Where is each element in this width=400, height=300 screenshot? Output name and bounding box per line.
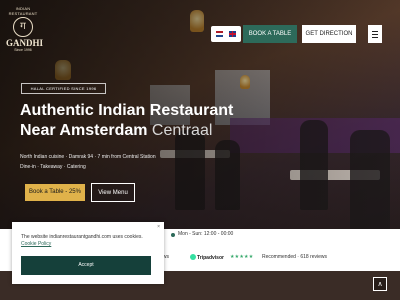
title-line-2: Near Amsterdam Centraal (20, 121, 233, 141)
title-line-2-light: Centraal (151, 122, 213, 139)
rating-stars: ★★★★★ (230, 254, 254, 260)
book-a-table-nav-button[interactable]: BOOK A TABLE (243, 25, 297, 43)
tripadvisor-label: Tripadvisor (197, 255, 224, 261)
cookie-banner: × The website indianrestaurantgandhi.com… (12, 222, 164, 284)
view-menu-button[interactable]: View Menu (91, 183, 135, 202)
scroll-to-top-icon[interactable]: ∧ (373, 277, 387, 291)
hamburger-icon[interactable] (368, 25, 382, 43)
info-line-services: Dine-in · Takeaway · Catering (20, 164, 86, 170)
opening-hours: Mon - Sun: 12:00 - 00:00 (178, 231, 234, 237)
cookie-policy-link[interactable]: Cookie Policy (21, 241, 51, 247)
halal-badge: HALAL CERTIFIED SINCE 1996 (21, 83, 106, 94)
clock-icon (171, 233, 175, 237)
dutch-flag-icon[interactable] (216, 31, 223, 37)
cookie-text: The website indianrestaurantgandhi.com u… (21, 234, 143, 240)
logo-arc-text: INDIAN RESTAURANT (8, 6, 38, 16)
get-direction-button[interactable]: GET DIRECTION (302, 25, 356, 43)
tripadvisor-logo[interactable]: Tripadvisor (190, 254, 224, 261)
title-line-1: Authentic Indian Restaurant (20, 102, 234, 119)
logo-since: Since 1996 (14, 48, 32, 52)
logo-mark-icon: ग (13, 17, 33, 37)
title-line-2-bold: Near Amsterdam (20, 122, 148, 139)
cookie-close-icon[interactable]: × (157, 224, 160, 230)
tripadvisor-owl-icon (190, 254, 196, 260)
cookie-accept-button[interactable]: Accept (21, 256, 151, 275)
gandhi-logo[interactable]: INDIAN RESTAURANT ग GANDHI Since 1996 (6, 6, 44, 62)
english-flag-icon[interactable] (229, 31, 236, 37)
info-line-location: North Indian cuisine · Damrak 94 · 7 min… (20, 154, 156, 160)
language-switcher (211, 26, 241, 42)
logo-name: GANDHI (6, 38, 44, 48)
tripadvisor-review-count: Recommended · 618 reviews (262, 254, 328, 260)
page-title: Authentic Indian Restaurant Near Amsterd… (20, 101, 233, 141)
book-table-discount-button[interactable]: Book a Table - 25% Off (25, 184, 85, 212)
